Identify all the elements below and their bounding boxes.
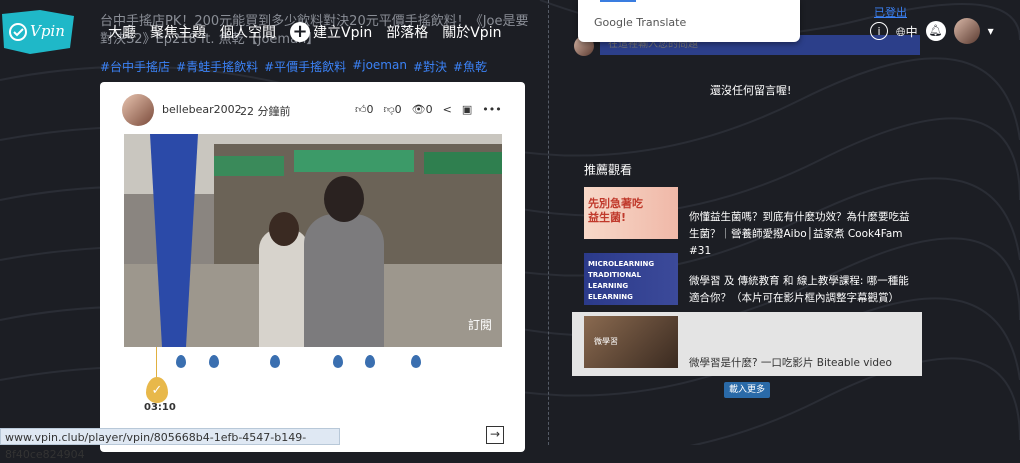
video-frame-awning xyxy=(214,156,284,176)
recommended-item-title: 微學習 及 傳統教育 和 線上教學課程: 哪一種能適合你？（本片可在影片框內調整… xyxy=(689,275,909,304)
translate-accent-bar xyxy=(600,0,636,2)
thumb-up-icon: 👍︎ xyxy=(355,103,367,116)
like-button[interactable]: 👍︎0 xyxy=(355,103,374,116)
timeline-marker[interactable] xyxy=(270,355,280,368)
plus-icon: + xyxy=(290,22,310,42)
tag[interactable]: #平價手搖飲料 xyxy=(264,58,346,75)
view-count: 0 xyxy=(425,103,433,116)
like-count: 0 xyxy=(366,103,374,116)
nav-create-label: 建立Vpin xyxy=(313,25,373,41)
chevron-down-icon[interactable]: ▾ xyxy=(988,24,994,38)
translate-label[interactable]: Google Translate xyxy=(594,16,686,29)
nav-lobby[interactable]: 大廳 xyxy=(108,22,136,42)
column-divider xyxy=(548,0,549,445)
bell-icon[interactable]: 🔔︎ xyxy=(925,21,946,41)
subscribe-overlay[interactable]: 訂閱 xyxy=(468,316,492,333)
video-frame-awning xyxy=(424,152,502,174)
vpin-logo[interactable]: Vpin xyxy=(0,8,80,56)
nav-about[interactable]: 關於Vpin xyxy=(442,22,501,42)
video-frame-person xyxy=(304,214,384,347)
embed-icon[interactable]: ▣ xyxy=(462,103,472,116)
tag-list: #台中手搖店 #青蛙手搖飲料 #平價手搖飲料 #joeman #對決 #魚乾 xyxy=(100,58,487,75)
tag[interactable]: #台中手搖店 xyxy=(100,58,170,75)
recommended-title: 推薦觀看 xyxy=(584,163,633,177)
marker-time: 03:10 xyxy=(144,402,176,413)
post-stats: 👍︎0 👎︎0 👁0 < ▣ ••• xyxy=(355,103,502,116)
video-thumbnail: MICROLEARNING TRADITIONAL LEARNING ELEAR… xyxy=(584,253,678,305)
timeline-marker[interactable] xyxy=(176,355,186,368)
info-icon[interactable]: i xyxy=(870,22,888,40)
nav-featured[interactable]: 聚焦主題 xyxy=(150,22,206,42)
load-more-button[interactable]: 載入更多 xyxy=(724,382,770,398)
thumbnail-text: 先別急著吃 益生菌! xyxy=(588,197,643,224)
views: 👁0 xyxy=(412,103,433,116)
thumb-down-icon: 👎︎ xyxy=(383,103,395,116)
timeline-marker[interactable] xyxy=(411,355,421,368)
user-toolbar: i 🌐︎中 🔔︎ ▾ xyxy=(870,18,994,44)
nav-personal-space[interactable]: 個人空間 xyxy=(220,22,276,42)
tag[interactable]: #魚乾 xyxy=(453,58,487,75)
current-marker-line xyxy=(156,347,157,379)
language-label: 中 xyxy=(905,24,918,39)
dislike-count: 0 xyxy=(394,103,402,116)
video-thumbnail: 先別急著吃 益生菌! xyxy=(584,187,678,239)
tag[interactable]: #joeman xyxy=(352,58,407,75)
recommended-item[interactable]: 先別急著吃 益生菌! 你懂益生菌嗎？到底有什麼功效？為什麼要吃益生菌？｜營養師愛… xyxy=(572,183,922,257)
vpin-timeline[interactable]: ✓ 03:10 xyxy=(100,347,525,427)
tag[interactable]: #對決 xyxy=(413,58,447,75)
language-switch[interactable]: 🌐︎中 xyxy=(896,23,918,40)
google-translate-popup: Google Translate xyxy=(578,0,800,42)
current-marker[interactable]: ✓ xyxy=(146,377,168,403)
check-icon: ✓ xyxy=(151,383,163,398)
username[interactable]: bellebear2002 xyxy=(162,103,242,116)
video-frame-awning xyxy=(294,150,414,172)
video-thumbnail: 微學習 xyxy=(584,316,678,368)
video-frame-person xyxy=(259,229,309,347)
video-frame-person-head xyxy=(269,212,299,246)
thumbnail-text: MICROLEARNING TRADITIONAL LEARNING ELEAR… xyxy=(588,260,655,301)
share-icon[interactable]: < xyxy=(443,103,452,116)
video-player[interactable]: 訂閱 xyxy=(124,134,502,347)
tag[interactable]: #青蛙手搖飲料 xyxy=(176,58,258,75)
nav-blog[interactable]: 部落格 xyxy=(386,22,428,42)
dislike-button[interactable]: 👎︎0 xyxy=(384,103,402,116)
post-card: bellebear2002 22 分鐘前 👍︎0 👎︎0 👁0 < ▣ ••• … xyxy=(100,82,525,452)
avatar[interactable] xyxy=(122,94,154,126)
eye-icon: 👁 xyxy=(411,103,426,116)
main-nav: 大廳 聚焦主題 個人空間 + 建立Vpin 部落格 關於Vpin xyxy=(108,22,501,42)
thumbnail-text: 微學習 xyxy=(594,337,618,346)
nav-create-vpin[interactable]: + 建立Vpin xyxy=(290,22,372,42)
timeline-marker[interactable] xyxy=(209,355,219,368)
status-url: www.vpin.club/player/vpin/805668b4-1efb-… xyxy=(0,428,340,461)
user-avatar[interactable] xyxy=(953,18,980,44)
next-arrow-button[interactable]: → xyxy=(486,426,504,444)
recommended-item[interactable]: MICROLEARNING TRADITIONAL LEARNING ELEAR… xyxy=(572,249,922,313)
post-time: 22 分鐘前 xyxy=(240,105,291,118)
more-icon[interactable]: ••• xyxy=(482,103,501,116)
no-comment-text: 還沒任何留言喔! xyxy=(710,84,792,97)
recommended-item-title: 微學習是什麼? 一口吃影片 Biteable video xyxy=(689,357,892,369)
video-frame-person-head xyxy=(324,176,364,222)
logo-text: Vpin xyxy=(30,22,65,40)
timeline-marker[interactable] xyxy=(333,355,343,368)
timeline-marker[interactable] xyxy=(365,355,375,368)
recommended-item[interactable]: 微學習 微學習是什麼? 一口吃影片 Biteable video xyxy=(572,312,922,376)
globe-icon: 🌐︎ xyxy=(896,24,906,39)
